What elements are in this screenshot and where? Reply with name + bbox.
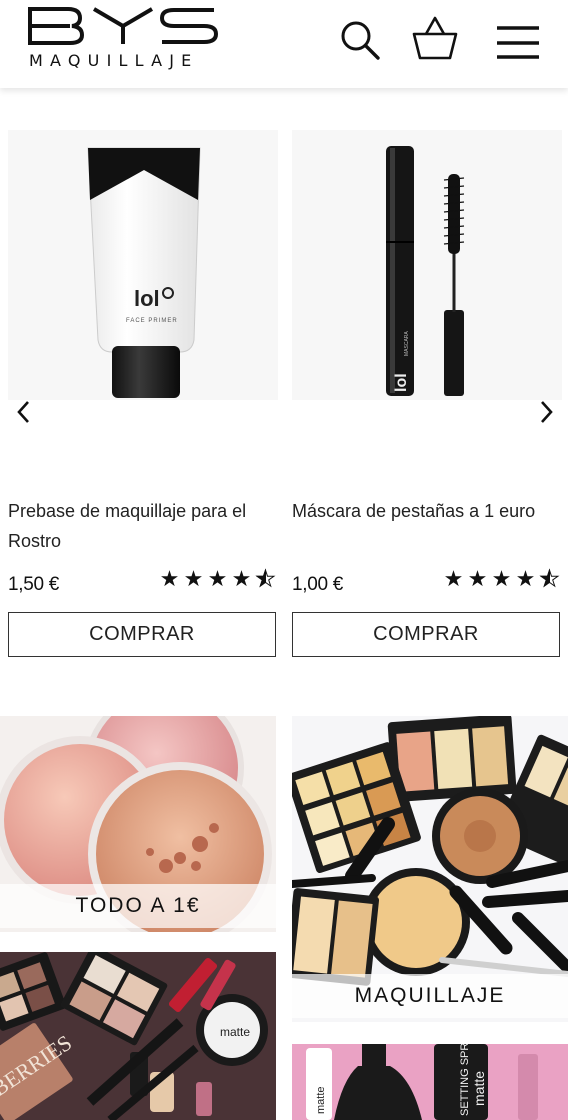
shopping-basket-icon[interactable] bbox=[412, 14, 458, 60]
bys-logo[interactable]: MAQUILLAJE bbox=[28, 6, 220, 70]
product-price: 1,50 € bbox=[8, 574, 60, 595]
search-icon[interactable] bbox=[338, 18, 382, 62]
site-header: MAQUILLAJE bbox=[0, 0, 568, 88]
svg-text:matte: matte bbox=[471, 1071, 487, 1106]
buy-button[interactable]: COMPRAR bbox=[292, 612, 560, 657]
star-full-icon: ★ bbox=[231, 566, 253, 591]
star-full-icon: ★ bbox=[467, 566, 489, 591]
buy-button[interactable]: COMPRAR bbox=[8, 612, 276, 657]
product-card: lol MASCARA Máscara de pestañas a 1 euro… bbox=[292, 130, 562, 657]
svg-text:SETTING SPRAY: SETTING SPRAY bbox=[459, 1044, 471, 1116]
svg-text:MASCARA: MASCARA bbox=[404, 331, 410, 356]
star-full-icon: ★ bbox=[159, 566, 181, 591]
product-price: 1,00 € bbox=[292, 574, 344, 595]
page: MAQUILLAJE LOS MÁS VENDIDOS bbox=[0, 0, 568, 1120]
star-full-icon: ★ bbox=[443, 566, 465, 591]
product-name[interactable]: Máscara de pestañas a 1 euro bbox=[292, 496, 562, 556]
product-image[interactable]: lol FACE PRIMER bbox=[8, 130, 278, 460]
star-half-icon: ★ bbox=[255, 566, 277, 592]
star-full-icon: ★ bbox=[491, 566, 513, 591]
makeup-flatlay-image: BERRIES matte bbox=[0, 952, 276, 1120]
svg-text:matte: matte bbox=[315, 1086, 327, 1114]
svg-text:lol: lol bbox=[134, 286, 160, 311]
bys-logo-mark bbox=[28, 7, 219, 45]
star-full-icon: ★ bbox=[207, 566, 229, 591]
setting-spray-image: matte SETTING SPRAY matte bbox=[292, 1044, 568, 1120]
svg-text:matte: matte bbox=[220, 1025, 250, 1039]
svg-text:lol: lol bbox=[393, 373, 410, 392]
product-name[interactable]: Prebase de maquillaje para el Rostro bbox=[8, 496, 278, 556]
hamburger-menu-icon[interactable] bbox=[494, 18, 542, 62]
category-label: TODO A 1€ bbox=[0, 884, 276, 928]
product-image[interactable]: lol MASCARA bbox=[292, 130, 562, 460]
carousel-next-arrow-icon[interactable] bbox=[534, 398, 558, 426]
star-full-icon: ★ bbox=[515, 566, 537, 591]
category-label: MAQUILLAJE bbox=[292, 974, 568, 1018]
star-full-icon: ★ bbox=[183, 566, 205, 591]
category-tile-maquillaje[interactable]: MAQUILLAJE bbox=[292, 716, 568, 1022]
product-card: lol FACE PRIMER Prebase de maquillaje pa… bbox=[8, 130, 278, 657]
svg-text:FACE PRIMER: FACE PRIMER bbox=[126, 318, 178, 324]
star-rating: ★ ★ ★ ★ ★ bbox=[158, 566, 278, 592]
category-tile[interactable]: matte SETTING SPRAY matte bbox=[292, 1044, 568, 1120]
star-half-icon: ★ bbox=[539, 566, 561, 592]
logo-subtitle: MAQUILLAJE bbox=[29, 51, 199, 70]
carousel-prev-arrow-icon[interactable] bbox=[12, 398, 36, 426]
category-tile[interactable]: BERRIES matte bbox=[0, 952, 276, 1120]
star-rating: ★ ★ ★ ★ ★ bbox=[442, 566, 562, 592]
category-tile-todo-a-1[interactable]: TODO A 1€ bbox=[0, 716, 276, 932]
